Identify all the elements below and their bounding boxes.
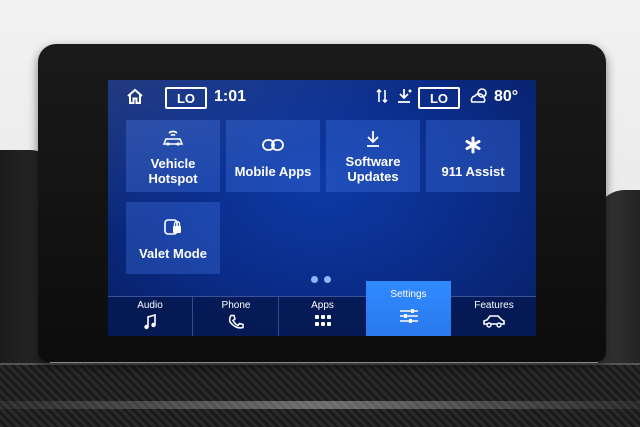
tile-mobile-apps[interactable]: Mobile Apps (226, 120, 320, 192)
tile-911-assist[interactable]: 911 Assist (426, 120, 520, 192)
tile-vehicle-hotspot[interactable]: Vehicle Hotspot (126, 120, 220, 192)
page-indicator (311, 276, 331, 283)
status-bar: LO 1:01 LO 80° (108, 80, 536, 116)
grid-icon (314, 314, 332, 331)
tile-label: Mobile Apps (234, 163, 312, 179)
music-note-icon (143, 313, 157, 333)
carbon-trim (0, 363, 640, 427)
nav-audio[interactable]: Audio (108, 297, 193, 336)
tile-valet-mode[interactable]: Valet Mode (126, 202, 220, 274)
lock-icon (162, 216, 184, 238)
page-dot[interactable] (324, 276, 331, 283)
driver-temp-badge[interactable]: LO (165, 87, 207, 109)
tile-label: Software Updates (345, 154, 401, 184)
sliders-icon (399, 308, 419, 327)
tile-software-updates[interactable]: Software Updates (326, 120, 420, 192)
weather-icon (468, 87, 490, 105)
hotspot-car-icon (160, 126, 186, 148)
tile-label: Valet Mode (139, 245, 207, 261)
tile-label: Vehicle Hotspot (148, 156, 198, 186)
asterisk-icon (464, 134, 482, 156)
trim-highlight (0, 401, 640, 409)
passenger-temp-badge[interactable]: LO (418, 87, 460, 109)
phone-icon (228, 314, 244, 333)
nav-phone[interactable]: Phone (194, 297, 279, 336)
nav-label: Apps (311, 300, 334, 311)
tile-label: 911 Assist (441, 163, 505, 179)
car-icon (482, 314, 506, 331)
nav-label: Audio (137, 300, 163, 311)
nav-label: Settings (390, 289, 427, 300)
nav-label: Features (474, 300, 514, 311)
nav-features[interactable]: Features (452, 297, 536, 336)
page-dot[interactable] (311, 276, 318, 283)
download-icon (365, 128, 381, 150)
sort-arrows-icon (376, 88, 388, 104)
nav-label: Phone (221, 300, 251, 311)
outside-temperature: 80° (494, 88, 519, 105)
nav-settings[interactable]: Settings (366, 281, 451, 336)
download-status-icon (396, 88, 412, 104)
sync-screen: LO 1:01 LO 80° Vehicle Hotspot Mobile Ap… (108, 80, 536, 336)
nav-apps[interactable]: Apps (280, 297, 365, 336)
clock: 1:01 (214, 88, 247, 105)
home-icon[interactable] (126, 88, 144, 105)
link-icon (261, 134, 285, 156)
bottom-nav-bar: Audio Phone Apps Settings Features (108, 281, 536, 336)
